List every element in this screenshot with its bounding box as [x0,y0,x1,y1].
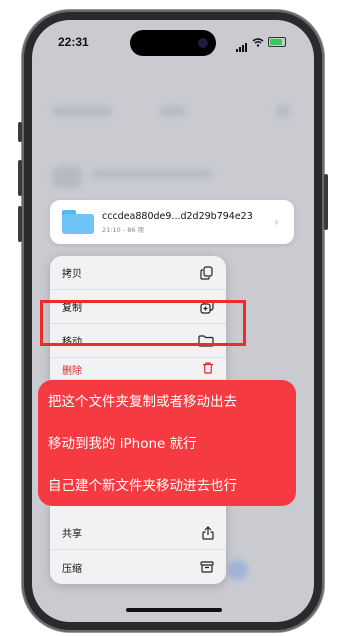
status-icons [236,33,286,52]
menu-item-compress[interactable]: 压缩 [50,550,226,584]
file-info: cccdea880de9...d2d29b794e23 21:10 - 86 项 [102,211,274,234]
menu-item-copy[interactable]: 拷贝 [50,256,226,290]
power-button [324,174,328,230]
move-highlight-box [40,300,246,346]
menu-item-share[interactable]: 共享 [50,516,226,550]
menu-item-label: 删除 [62,366,82,377]
home-indicator [126,608,222,612]
dynamic-island [130,30,216,56]
wifi-icon [252,37,264,47]
file-name: cccdea880de9...d2d29b794e23 [102,210,253,222]
menu-item-delete[interactable]: 删除 [50,358,226,380]
cellular-signal-icon [236,33,248,52]
folder-icon [62,210,94,234]
battery-icon [268,37,286,47]
menu-item-label: 共享 [62,529,82,540]
camera-icon [198,38,208,48]
menu-item-label: 拷贝 [62,269,82,280]
status-time: 22:31 [58,35,89,49]
volume-up-button [18,160,22,196]
action-button [18,122,22,142]
tip-overlay: 把这个文件夹复制或者移动出去 移动到我的 iPhone 就行 自己建个新文件夹移… [38,380,296,506]
volume-down-button [18,206,22,242]
tip-line-3: 自己建个新文件夹移动进去也行 [48,478,237,494]
share-icon [202,525,214,540]
chevron-right-icon: › [274,215,279,229]
archive-icon [200,561,214,573]
tip-line-1: 把这个文件夹复制或者移动出去 [48,394,237,410]
copy-icon [200,265,214,280]
file-preview-card[interactable]: cccdea880de9...d2d29b794e23 21:10 - 86 项… [50,200,294,244]
tip-line-2: 移动到我的 iPhone 就行 [48,436,197,452]
menu-item-label: 压缩 [62,563,82,575]
trash-icon [202,362,214,374]
file-meta: 21:10 - 86 项 [102,225,145,234]
